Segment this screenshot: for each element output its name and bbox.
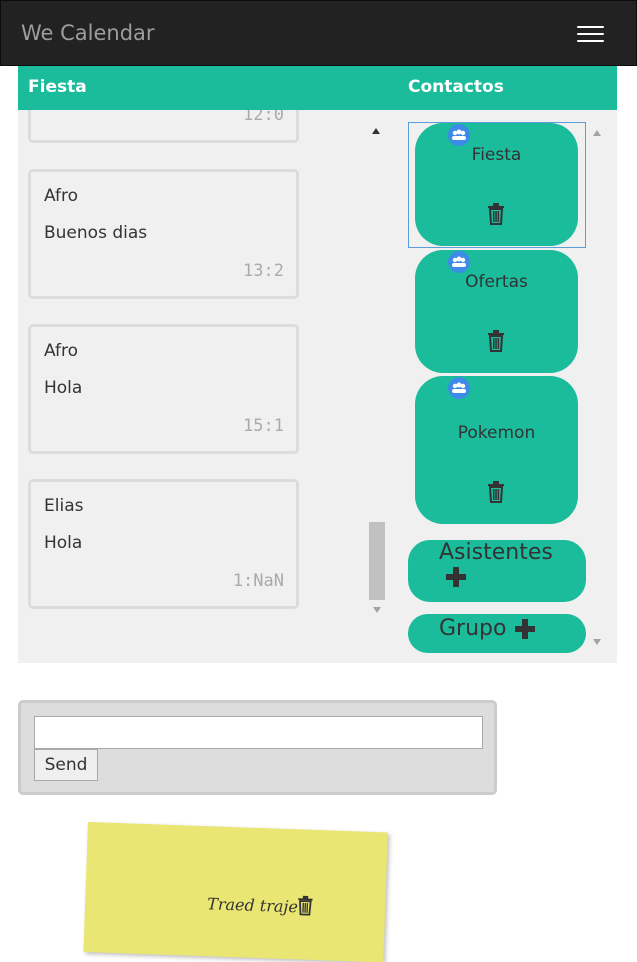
messages-scroll-down-arrow[interactable] — [373, 607, 381, 613]
add-attendees-label: Asistentes — [439, 540, 553, 565]
contact-fiesta[interactable]: Fiesta — [415, 123, 578, 246]
message-time: 13:2 — [243, 261, 284, 281]
group-icon — [448, 251, 470, 273]
hamburger-icon[interactable] — [566, 19, 610, 51]
contact-name: Ofertas — [465, 272, 528, 292]
contact-ofertas[interactable]: Ofertas — [415, 250, 578, 373]
message-card: 12:0 — [28, 110, 299, 143]
chat-title: Fiesta — [28, 77, 87, 97]
trash-icon[interactable] — [487, 481, 505, 507]
message-input[interactable] — [34, 716, 483, 749]
note-text: Traed traje — [206, 894, 299, 917]
trash-icon[interactable] — [297, 895, 314, 920]
add-attendees-button[interactable]: Asistentes — [408, 540, 586, 602]
contacts-scroll-up-arrow[interactable] — [593, 130, 601, 136]
group-icon — [448, 124, 470, 146]
message-sender: Afro — [44, 186, 79, 206]
plus-icon — [515, 619, 535, 639]
send-button[interactable]: Send — [34, 749, 98, 781]
message-sender: Elias — [44, 496, 84, 516]
brand-title[interactable]: We Calendar — [21, 21, 155, 45]
navbar: We Calendar — [0, 0, 637, 66]
contacts-title: Contactos — [408, 77, 504, 97]
add-group-button[interactable]: Grupo — [408, 614, 586, 653]
messages-list[interactable]: 12:0 Afro Buenos dias 13:2 Afro Hola 15:… — [28, 110, 368, 610]
contact-pokemon[interactable]: Pokemon — [415, 376, 578, 524]
message-time: 12:0 — [243, 110, 284, 125]
message-card: Afro Buenos dias 13:2 — [28, 169, 299, 299]
messages-scroll-up-arrow[interactable] — [372, 128, 380, 134]
message-time: 15:1 — [243, 416, 284, 436]
contacts-scroll-down-arrow[interactable] — [593, 639, 601, 645]
contact-name: Pokemon — [457, 423, 536, 443]
message-card: Afro Hola 15:1 — [28, 324, 299, 454]
trash-icon[interactable] — [487, 330, 505, 356]
trash-icon[interactable] — [487, 203, 505, 229]
plus-icon — [446, 567, 466, 587]
message-composer: Send — [18, 700, 497, 795]
message-time: 1:NaN — [232, 571, 284, 591]
message-text: Buenos dias — [44, 223, 148, 243]
contact-name: Fiesta — [471, 145, 522, 165]
section-header: Fiesta Contactos — [18, 66, 617, 110]
messages-scrollbar-thumb[interactable] — [369, 522, 385, 600]
add-group-label: Grupo — [439, 616, 507, 641]
message-text: Hola — [44, 378, 83, 398]
sticky-note[interactable]: Traed traje — [83, 822, 388, 962]
message-card: Elias Hola 1:NaN — [28, 479, 299, 609]
message-text: Hola — [44, 533, 83, 553]
group-icon — [448, 377, 470, 399]
message-sender: Afro — [44, 341, 79, 361]
